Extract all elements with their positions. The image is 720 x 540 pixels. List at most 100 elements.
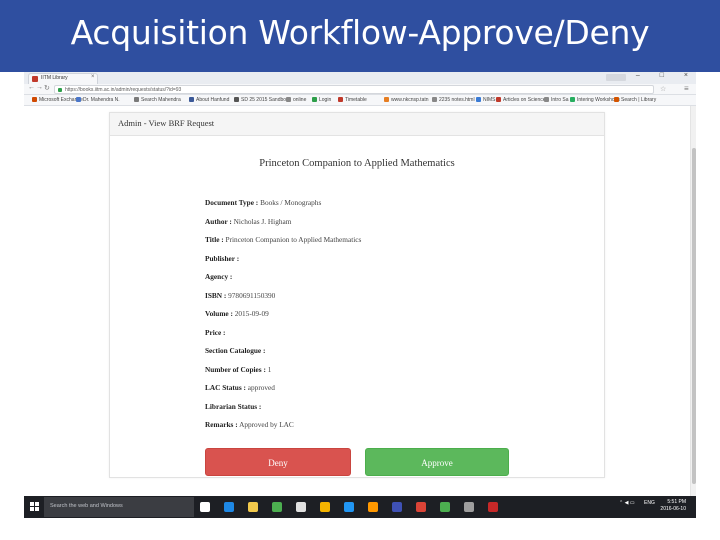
request-panel: Admin - View BRF Request Princeton Compa…	[109, 112, 605, 478]
page-scrollbar[interactable]	[690, 106, 696, 496]
bookmark-item[interactable]: Login	[312, 97, 331, 104]
tab-title: IITM Library	[41, 75, 68, 81]
detail-row: Number of Copies : 1	[205, 365, 271, 374]
taskbar-app-icon[interactable]	[464, 502, 474, 512]
taskbar-app-icon[interactable]	[200, 502, 210, 512]
taskbar-app-icon[interactable]	[392, 502, 402, 512]
taskbar-clock[interactable]: 5:51 PM 2016-06-10	[660, 499, 686, 513]
bookmark-label: SD 25 2015 Sandbox	[241, 97, 289, 103]
taskbar-app-icon[interactable]	[296, 502, 306, 512]
tab-close-icon[interactable]: ×	[91, 74, 95, 80]
language-indicator[interactable]: ENG	[644, 500, 655, 506]
bookmark-label: Search Mahendra	[141, 97, 181, 103]
bookmark-favicon-icon	[432, 97, 437, 102]
detail-row: LAC Status : approved	[205, 383, 275, 392]
detail-label: Title :	[205, 235, 224, 244]
bookmarks-bar: Microsoft Exchange Dr. Mahendra N. Search …	[24, 95, 696, 106]
bookmark-label: NIMS	[483, 97, 496, 103]
taskbar-app-icon[interactable]	[416, 502, 426, 512]
detail-row: Author : Nicholas J. Higham	[205, 217, 291, 226]
detail-row: Librarian Status :	[205, 402, 261, 411]
url-input[interactable]: https://books.iitm.ac.in/admin/requests/…	[54, 85, 654, 94]
taskbar-app-icon[interactable]	[344, 502, 354, 512]
panel-heading-text: Admin - View BRF Request	[118, 118, 215, 128]
browser-tab-bar: IITM Library × – □ ×	[24, 72, 696, 84]
minimize-icon[interactable]: –	[636, 72, 640, 79]
bookmark-favicon-icon	[614, 97, 619, 102]
taskbar-app-icon[interactable]	[320, 502, 330, 512]
bookmark-favicon-icon	[496, 97, 501, 102]
scrollbar-thumb[interactable]	[692, 148, 696, 484]
windows-start-icon[interactable]	[30, 502, 40, 512]
bookmark-item[interactable]: Dr. Mahendra N.	[76, 97, 120, 104]
detail-value: approved	[247, 383, 275, 392]
bookmark-item[interactable]: www.nkcnsp.tatn	[384, 97, 429, 104]
window-controls: – □ ×	[618, 72, 688, 83]
bookmark-label: Articles on Science	[503, 97, 546, 103]
detail-row: Document Type : Books / Monographs	[205, 198, 321, 207]
bookmark-star-icon[interactable]: ☆	[660, 85, 666, 93]
browser-tab[interactable]: IITM Library ×	[28, 73, 98, 84]
detail-label: Publisher :	[205, 253, 240, 263]
page-viewport: Admin - View BRF Request Princeton Compa…	[24, 106, 696, 496]
detail-value: 2015-09-09	[234, 309, 269, 318]
detail-label: Price :	[205, 327, 226, 337]
taskbar-app-icon[interactable]	[440, 502, 450, 512]
bookmark-item[interactable]: Timetable	[338, 97, 367, 104]
bookmark-favicon-icon	[234, 97, 239, 102]
bookmark-label: About Hanfund	[196, 97, 230, 103]
bookmark-item[interactable]: NIMS	[476, 97, 496, 104]
detail-row: Price :	[205, 328, 225, 337]
taskbar-search-placeholder: Search the web and Windows	[50, 503, 123, 509]
detail-row: Title : Princeton Companion to Applied M…	[205, 235, 361, 244]
bookmark-item[interactable]: SD 25 2015 Sandbox	[234, 97, 289, 104]
detail-label: Librarian Status :	[205, 401, 262, 411]
close-window-icon[interactable]: ×	[684, 72, 688, 79]
bookmark-favicon-icon	[338, 97, 343, 102]
taskbar-app-icon[interactable]	[248, 502, 258, 512]
windows-taskbar: Search the web and Windows ⌃ ◀ ▭ ENG 5:5…	[24, 496, 696, 518]
bookmark-label: Search | Library	[621, 97, 657, 103]
clock-time: 5:51 PM	[667, 499, 686, 505]
bookmark-favicon-icon	[312, 97, 317, 102]
reload-icon[interactable]: ↻	[44, 84, 50, 92]
bookmark-label: Timetable	[345, 97, 367, 103]
bookmark-favicon-icon	[134, 97, 139, 102]
detail-label: Agency :	[205, 272, 233, 281]
bookmark-item[interactable]: Search Mahendra	[134, 97, 181, 104]
deny-button[interactable]: Deny	[205, 448, 351, 476]
bookmark-favicon-icon	[384, 97, 389, 102]
forward-arrow-icon[interactable]: →	[36, 84, 43, 91]
bookmark-item[interactable]: Articles on Science	[496, 97, 546, 104]
url-text: https://books.iitm.ac.in/admin/requests/…	[65, 87, 182, 93]
detail-row: ISBN : 9780691150390	[205, 291, 275, 300]
detail-label: Author :	[205, 216, 232, 226]
slide-title-banner: Acquisition Workflow-Approve/Deny	[0, 0, 720, 72]
approve-button[interactable]: Approve	[365, 448, 509, 476]
taskbar-app-icon[interactable]	[224, 502, 234, 512]
bookmark-label: online	[293, 97, 307, 103]
detail-value: Approved by LAC	[239, 420, 294, 429]
taskbar-search-input[interactable]: Search the web and Windows	[44, 497, 194, 517]
taskbar-app-icon[interactable]	[272, 502, 282, 512]
detail-value: Nicholas J. Higham	[233, 216, 292, 226]
bookmark-favicon-icon	[544, 97, 549, 102]
taskbar-app-icon[interactable]	[368, 502, 378, 512]
slide-title: Acquisition Workflow-Approve/Deny	[70, 13, 650, 52]
bookmark-item[interactable]: About Hanfund	[189, 97, 229, 104]
bookmark-item[interactable]: online	[286, 97, 306, 104]
maximize-icon[interactable]: □	[660, 72, 664, 79]
detail-label: Section Catalogue :	[205, 346, 266, 355]
address-bar-row: ← → ↻ https://books.iitm.ac.in/admin/req…	[24, 84, 696, 95]
detail-value: Books / Monographs	[260, 198, 322, 207]
detail-row: Volume : 2015-09-09	[205, 309, 269, 318]
bookmark-item[interactable]: Intering Workshops	[570, 97, 620, 104]
tray-icons[interactable]: ⌃ ◀ ▭	[619, 500, 635, 506]
bookmark-item[interactable]: 2235 notes.html	[432, 97, 475, 104]
bookmark-item[interactable]: Intro Sa	[544, 97, 569, 104]
taskbar-app-icon[interactable]	[488, 502, 498, 512]
back-arrow-icon[interactable]: ←	[28, 84, 35, 91]
browser-menu-icon[interactable]: ≡	[684, 84, 689, 93]
detail-row: Publisher :	[205, 254, 239, 263]
bookmark-item[interactable]: Search | Library	[614, 97, 656, 104]
